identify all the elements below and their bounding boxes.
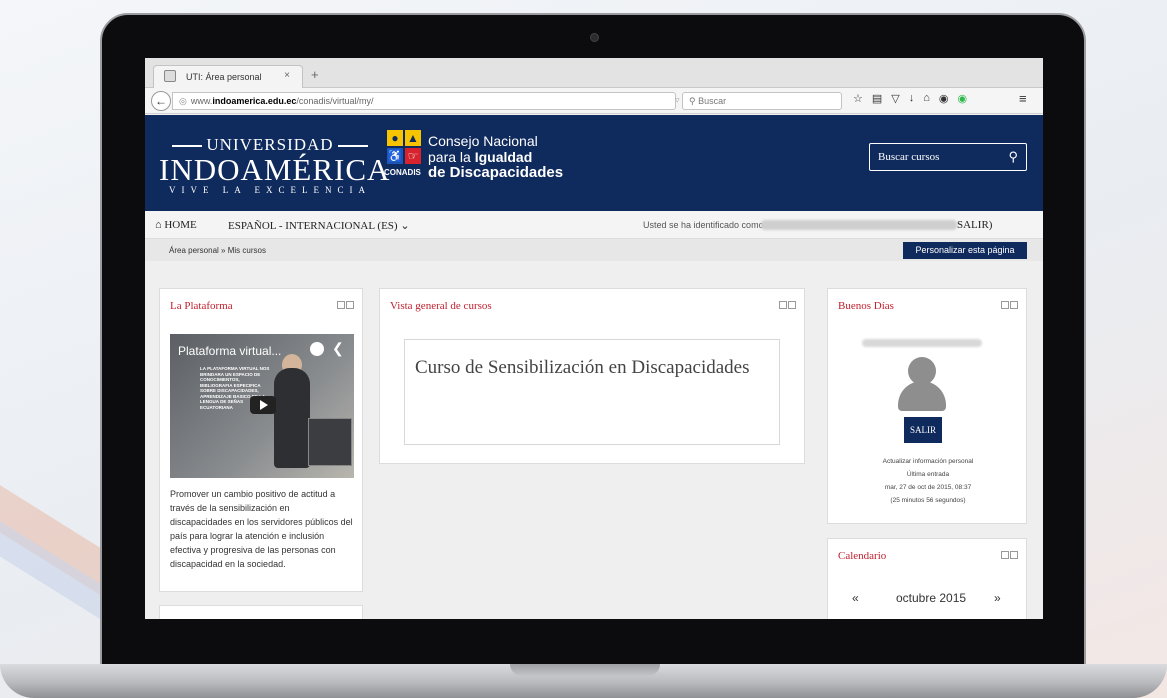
cane-icon: ▲ <box>405 130 421 146</box>
calendar-next-button[interactable]: » <box>994 591 1001 605</box>
conadis-name: Consejo Nacional para la Igualdad de Dis… <box>428 133 563 181</box>
url-bar[interactable]: ◎ www.indoamerica.edu.ec/conadis/virtual/… <box>172 92 699 110</box>
url-prefix: www. <box>190 96 213 106</box>
personalize-page-button[interactable]: Personalizar esta página <box>903 242 1027 259</box>
platform-description: Promover un cambio positivo de actitud a… <box>170 489 353 569</box>
share-icon[interactable]: ❮ <box>332 340 344 357</box>
identified-text: Usted se ha identificado como <box>643 220 764 230</box>
course-search-input[interactable]: Buscar cursos ⚲ <box>869 143 1027 171</box>
home-icon: ⌂ <box>155 219 162 231</box>
calendar-block-title: Calendario <box>838 550 887 562</box>
hand-icon: ☞ <box>405 148 421 164</box>
blurred-user-name <box>862 339 982 347</box>
avatar-body <box>898 381 946 411</box>
person-icon: ● <box>387 130 403 146</box>
courses-overview-block: Vista general de cursos Curso de Sensibi… <box>379 288 805 464</box>
tab-close-icon[interactable]: × <box>284 70 290 81</box>
chat-icon[interactable]: ◉ <box>939 92 949 110</box>
course-title-link[interactable]: Curso de Sensibilización en Discapacidad… <box>415 356 750 380</box>
video-person <box>274 368 310 468</box>
logo-main-text: INDOAMÉRICA <box>159 152 391 187</box>
video-player[interactable]: Plataforma virtual... ❮ LA PLATAFORMA VI… <box>170 334 354 478</box>
globe-icon: ◎ <box>179 96 187 106</box>
last-login-date: mar, 27 de oct de 2015, 08:37 <box>884 484 972 491</box>
user-info: Actualizar información personal Última e… <box>828 455 1028 507</box>
logo-slogan: VIVE LA EXCELENCIA <box>169 185 371 195</box>
screen: UTI: Área personal × + ← ◎ www.indoameric… <box>145 58 1043 619</box>
extension-icon[interactable]: ◉ <box>958 92 968 110</box>
camera-icon <box>590 33 599 42</box>
navigation-bar: ← ◎ www.indoamerica.edu.ec/conadis/virtua… <box>145 88 1043 114</box>
update-info-link[interactable]: Actualizar información personal <box>828 455 1028 468</box>
pocket-icon[interactable]: ▽ <box>891 92 899 110</box>
breadcrumb-personal-area[interactable]: Área personal <box>169 246 219 255</box>
language-menu[interactable]: ESPAÑOL - INTERNACIONAL (ES) ⌄ <box>228 219 410 232</box>
url-path: /conadis/virtual/my/ <box>296 96 374 106</box>
breadcrumb-my-courses[interactable]: Mis cursos <box>228 246 266 255</box>
calendar-prev-button[interactable]: « <box>852 591 859 605</box>
breadcrumb-separator: » <box>221 246 226 255</box>
logout-button[interactable]: SALIR <box>904 417 942 443</box>
bookmark-star-icon[interactable]: ☆ <box>853 92 863 110</box>
breadcrumb: Área personal » Mis cursos Personalizar … <box>145 239 1043 261</box>
conadis-logo: ● ▲ ♿ ☞ CONADIS <box>384 130 421 188</box>
menu-home-label: HOME <box>164 219 197 231</box>
block-controls[interactable] <box>1000 301 1018 311</box>
logout-link[interactable]: SALIR) <box>957 219 992 231</box>
reading-list-icon[interactable]: ▤ <box>872 92 882 110</box>
block-controls[interactable] <box>1000 551 1018 561</box>
web-page: UNIVERSIDAD INDOAMÉRICA VIVE LA EXCELENC… <box>145 115 1043 619</box>
page-icon <box>164 70 176 82</box>
platform-block-title: La Plataforma <box>170 300 233 312</box>
browser-toolbar: ☆ ▤ ▽ ↓ ⌂ ◉ ◉ <box>853 92 967 110</box>
wheelchair-icon: ♿ <box>387 148 403 164</box>
main-menu: ⌂ HOME ESPAÑOL - INTERNACIONAL (ES) ⌄ Us… <box>145 211 1043 239</box>
hamburger-menu-icon[interactable]: ≡ <box>1019 91 1027 106</box>
block-controls[interactable] <box>336 301 354 311</box>
home-icon[interactable]: ⌂ <box>923 92 930 110</box>
blurred-username <box>761 220 957 230</box>
language-label: ESPAÑOL - INTERNACIONAL (ES) <box>228 220 398 232</box>
site-header: UNIVERSIDAD INDOAMÉRICA VIVE LA EXCELENC… <box>145 115 1043 211</box>
conadis-line3: de Discapacidades <box>428 164 564 181</box>
user-block-title: Buenos Días <box>838 300 894 312</box>
user-block: Buenos Días SALIR Actualizar información… <box>827 288 1027 524</box>
url-domain: indoamerica.edu.ec <box>212 96 297 106</box>
course-search-label: Buscar cursos <box>878 151 940 163</box>
browser-search-input[interactable]: ⚲ Buscar <box>682 92 842 110</box>
platform-block: La Plataforma Plataforma virtual... ❮ LA… <box>159 288 363 592</box>
conadis-line2b: Igualdad <box>474 149 533 165</box>
search-placeholder: Buscar <box>698 96 727 106</box>
courses-block-title: Vista general de cursos <box>390 300 492 312</box>
clock-icon[interactable] <box>310 342 324 356</box>
calendar-month: octubre 2015 <box>896 591 967 605</box>
download-icon[interactable]: ↓ <box>909 92 915 110</box>
new-tab-button[interactable]: + <box>311 67 319 82</box>
conadis-label: CONADIS <box>384 168 421 177</box>
dropdown-icon[interactable]: ▿ <box>675 95 680 106</box>
tab-bar: UTI: Área personal × + <box>145 58 1043 88</box>
video-title: Plataforma virtual... <box>178 344 282 358</box>
last-login-ago: (25 minutos 56 segundos) <box>890 497 966 504</box>
calendar-block: Calendario « octubre 2015 » <box>827 538 1027 619</box>
conadis-line2a: para la <box>428 149 475 165</box>
secondary-block <box>159 605 363 619</box>
back-button[interactable]: ← <box>151 91 171 111</box>
last-login-label: Última entrada <box>906 471 950 478</box>
chevron-down-icon: ⌄ <box>400 220 410 232</box>
block-controls[interactable] <box>778 301 796 311</box>
laptop-notch <box>510 664 660 676</box>
play-icon[interactable] <box>250 396 276 414</box>
course-card[interactable]: Curso de Sensibilización en Discapacidad… <box>404 339 780 445</box>
menu-home[interactable]: ⌂ HOME <box>155 219 197 231</box>
tab-title: UTI: Área personal <box>186 72 262 82</box>
breadcrumb-trail: Área personal » Mis cursos <box>169 246 266 255</box>
sign-language-interpreter <box>308 418 352 466</box>
university-logo[interactable]: UNIVERSIDAD INDOAMÉRICA VIVE LA EXCELENC… <box>159 135 391 195</box>
browser-tab[interactable]: UTI: Área personal × <box>153 65 303 88</box>
conadis-line1: Consejo Nacional <box>428 133 538 149</box>
search-icon[interactable]: ⚲ <box>1008 149 1018 165</box>
